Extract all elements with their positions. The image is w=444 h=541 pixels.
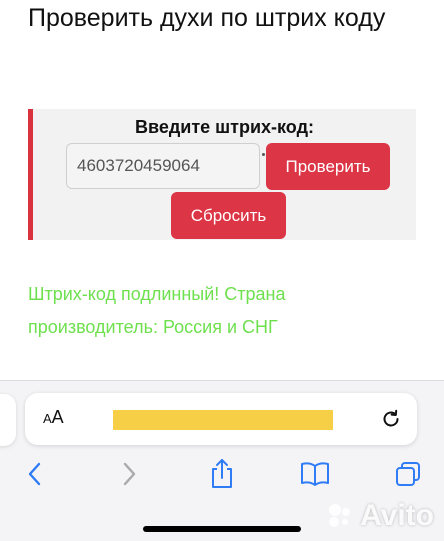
reload-icon[interactable] — [379, 407, 403, 431]
avito-watermark: Avito — [326, 499, 434, 533]
previous-tab-card[interactable] — [0, 394, 16, 446]
page-title: Проверить духи по штрих коду — [28, 4, 386, 32]
avito-logo-icon — [329, 504, 351, 527]
chevron-left-icon[interactable] — [19, 458, 51, 490]
browser-toolbar: AA Avito — [0, 380, 444, 541]
barcode-checker-panel: Введите штрих-код: Проверить Сбросить — [28, 109, 416, 240]
tabs-icon[interactable] — [392, 458, 424, 490]
watermark-text: Avito — [360, 499, 434, 532]
url-redacted-bar[interactable] — [113, 410, 333, 430]
aa-label: A — [51, 407, 64, 427]
barcode-label: Введите штрих-код: — [135, 117, 314, 137]
share-icon[interactable] — [206, 458, 238, 490]
reader-settings-button[interactable]: AA — [43, 407, 64, 428]
barcode-input[interactable] — [66, 143, 260, 189]
book-icon[interactable] — [299, 458, 331, 490]
result-message: Штрих-код подлинный! Страна производител… — [28, 284, 286, 337]
address-bar[interactable]: AA — [25, 393, 417, 445]
check-button[interactable]: Проверить — [266, 143, 390, 190]
home-indicator — [143, 526, 301, 532]
chevron-right-icon[interactable] — [113, 458, 145, 490]
reset-button[interactable]: Сбросить — [171, 192, 286, 239]
separator-dot — [262, 153, 265, 156]
